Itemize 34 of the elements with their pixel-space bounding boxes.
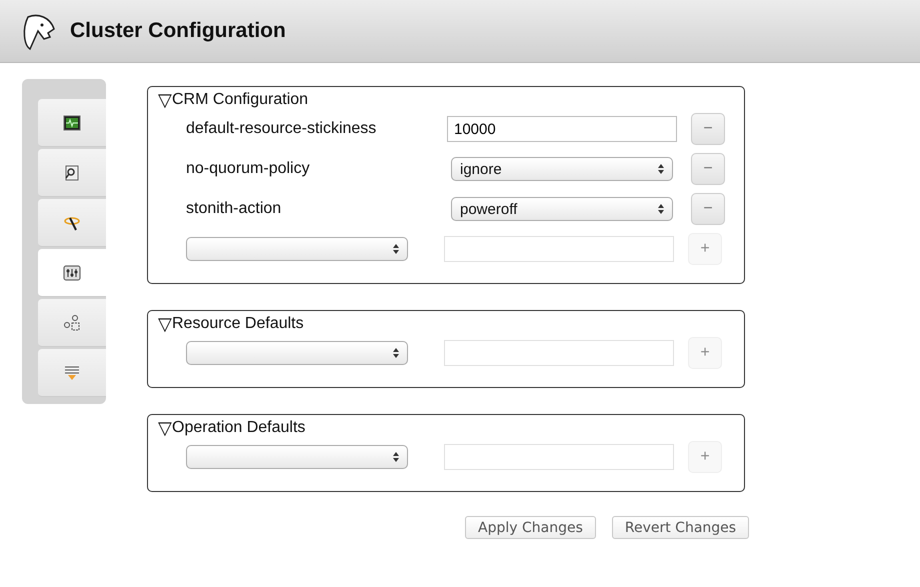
stepper-arrows-icon xyxy=(658,164,664,174)
stepper-arrows-icon xyxy=(393,244,399,254)
stepper-arrows-icon xyxy=(393,452,399,462)
value-dropdown[interactable]: ignore xyxy=(451,157,673,181)
property-label: stonith-action xyxy=(186,200,282,218)
stepper-arrows-icon xyxy=(658,204,664,214)
sidebar-tab[interactable] xyxy=(38,249,106,297)
remove-button[interactable]: − xyxy=(691,193,725,225)
group-title: Resource Defaults xyxy=(172,315,304,333)
value-field[interactable]: 10000 xyxy=(447,116,677,142)
settings-icon xyxy=(62,262,82,282)
action-button[interactable]: Revert Changes xyxy=(612,516,750,539)
value-field[interactable] xyxy=(444,340,674,366)
group-title: Operation Defaults xyxy=(172,419,306,437)
page-title: Cluster Configuration xyxy=(70,19,286,43)
disclosure-toggle[interactable]: ▽ xyxy=(158,91,172,109)
nodes-icon xyxy=(62,312,82,332)
property-label: default-resource-stickiness xyxy=(186,120,378,138)
property-dropdown[interactable] xyxy=(186,445,408,469)
sidebar-tab[interactable] xyxy=(38,99,106,147)
stepper-arrows-icon xyxy=(393,348,399,358)
value-field[interactable] xyxy=(444,444,674,470)
disclosure-toggle[interactable]: ▽ xyxy=(158,315,172,333)
remove-button[interactable]: − xyxy=(691,153,725,185)
property-dropdown[interactable] xyxy=(186,237,408,261)
group-title: CRM Configuration xyxy=(172,91,308,109)
disclosure-toggle[interactable]: ▽ xyxy=(158,419,172,437)
value-field[interactable] xyxy=(444,236,674,262)
property-dropdown[interactable] xyxy=(186,341,408,365)
value-dropdown[interactable]: poweroff xyxy=(451,197,673,221)
remove-button[interactable]: − xyxy=(691,113,725,145)
property-label: no-quorum-policy xyxy=(186,160,311,178)
action-button[interactable]: Apply Changes xyxy=(465,516,596,539)
monitor-icon xyxy=(62,112,82,132)
